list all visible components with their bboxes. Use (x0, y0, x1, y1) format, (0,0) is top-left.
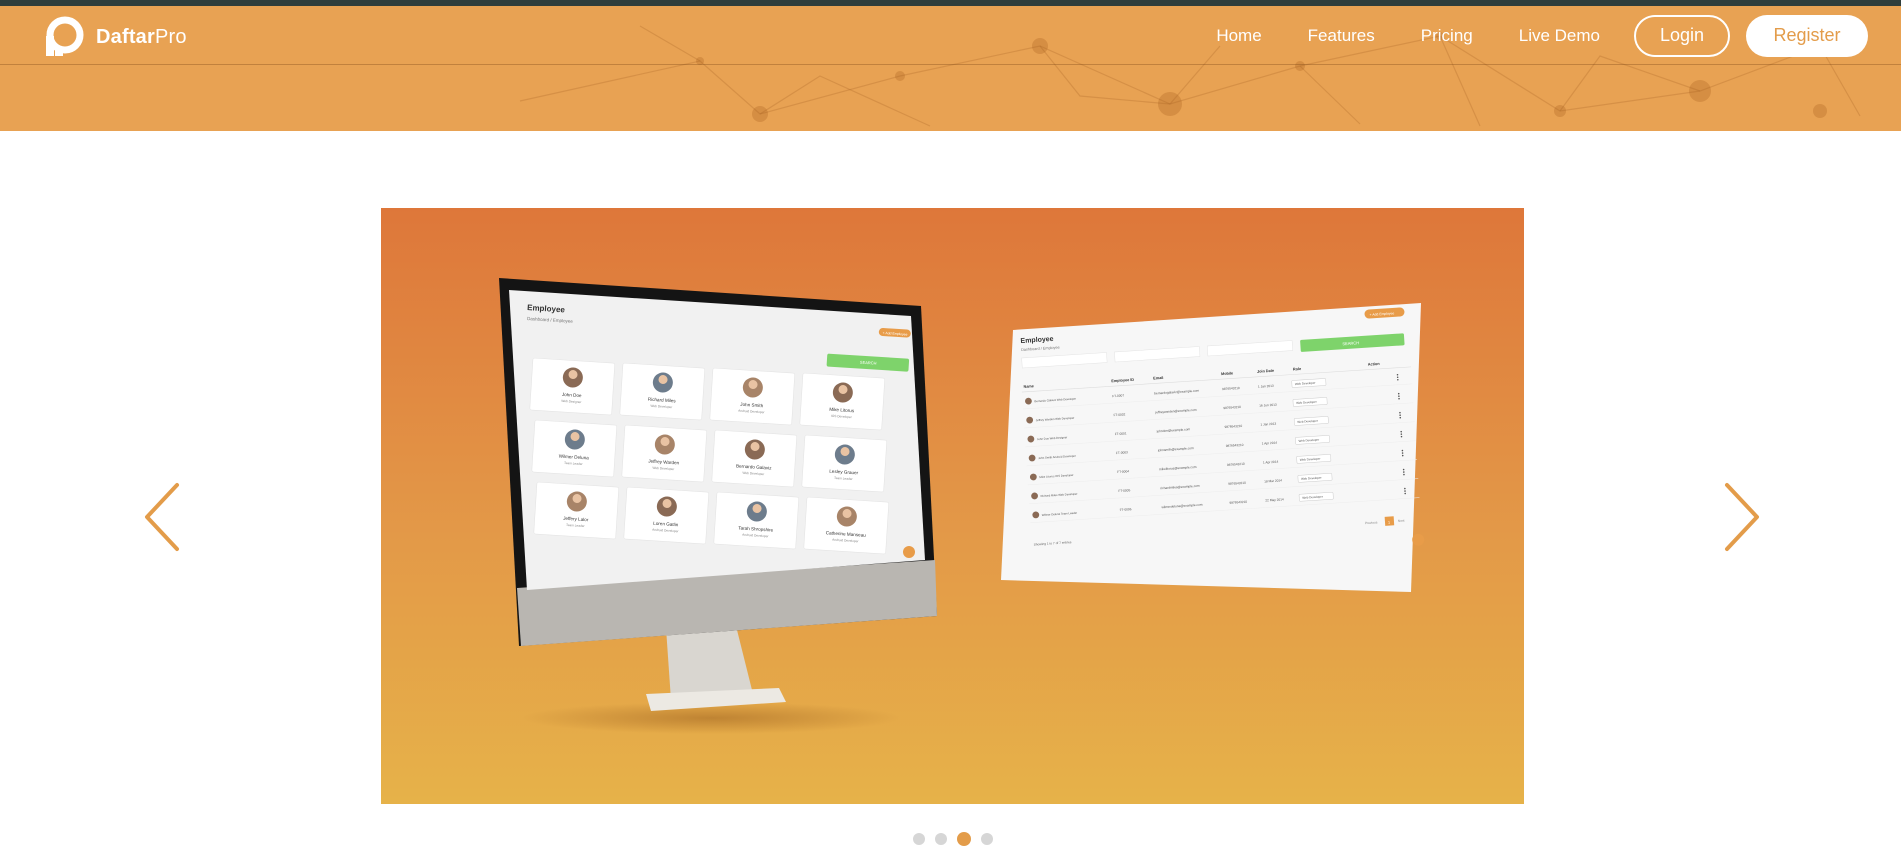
table-header-cell: Email (1153, 376, 1163, 381)
table-header-cell: Mobile (1221, 371, 1233, 376)
table-prev: Previous (1365, 520, 1378, 525)
table-page-number: 1 (1388, 521, 1390, 525)
employee-card: Richard MilesWeb Developer (619, 362, 706, 421)
carousel-dot-2[interactable] (935, 833, 947, 845)
carousel-next-arrow[interactable] (1721, 482, 1761, 552)
brand-name: DaftarPro (96, 25, 187, 48)
chevron-right-icon (1725, 483, 1759, 551)
daftarpro-logo-icon (46, 16, 84, 56)
nav-home-link[interactable]: Home (1216, 26, 1261, 46)
carousel-dot-3[interactable] (957, 832, 971, 846)
employee-card: Wilmer DelunaTeam Leader (531, 419, 618, 478)
table-header-cell: Action (1368, 362, 1381, 367)
slide-illustration: Employee Dashboard / Employee + Add Empl… (499, 278, 1425, 734)
monitor-device: Employee Dashboard / Employee + Add Empl… (499, 278, 937, 734)
employee-card: Mike LitorusIOS Developer (799, 372, 886, 431)
carousel-prev-arrow[interactable] (143, 482, 183, 552)
table-cell: FT-0003 (1116, 450, 1128, 455)
table-cell: FT-0001 (1115, 431, 1127, 436)
table-cell: FT-0004 (1117, 469, 1129, 474)
login-button[interactable]: Login (1634, 14, 1730, 57)
chevron-left-icon (145, 483, 179, 551)
table-next: Next (1398, 519, 1405, 523)
employee-card: Tarah ShropshireAndroid Developer (713, 491, 800, 550)
monitor-settings-fab (903, 546, 915, 558)
employee-card: Jeffery LalorTeam Leader (533, 481, 620, 540)
table-cell: FT-0002 (1113, 412, 1125, 417)
table-header-cell: Name (1023, 384, 1034, 389)
table-settings-fab (1412, 533, 1425, 546)
top-navbar: DaftarPro Home Features Pricing Live Dem… (0, 6, 1901, 65)
carousel-dot-1[interactable] (913, 833, 925, 845)
employee-card: Bernardo GalavizWeb Developer (711, 429, 798, 488)
mock-search-button: SEARCH (860, 360, 877, 366)
carousel-slide: Employee Dashboard / Employee + Add Empl… (381, 208, 1524, 804)
employee-card: John DoeWeb Designer (529, 357, 616, 416)
employee-card-grid: John DoeWeb Designer Richard MilesWeb Dev… (529, 357, 915, 558)
employee-card: Jeffrey WardenWeb Developer (621, 424, 708, 483)
brand-logo[interactable]: DaftarPro (42, 16, 187, 57)
nav-live-demo-link[interactable]: Live Demo (1519, 26, 1600, 46)
carousel-dot-4[interactable] (981, 833, 993, 845)
nav-pricing-link[interactable]: Pricing (1421, 26, 1473, 46)
table-cell: FT-0006 (1120, 507, 1132, 512)
table-cell: FT-0005 (1118, 488, 1130, 493)
table-panel: EmployeeDashboard / Employee+ Add Employ… (1001, 303, 1425, 592)
carousel-indicators (913, 832, 1003, 846)
nav-features-link[interactable]: Features (1308, 26, 1375, 46)
table-cell: FT-0007 (1112, 393, 1124, 398)
employee-card: Lesley GrauerTeam Leader (801, 434, 888, 493)
employee-card: John SmithAndroid Developer (709, 367, 796, 426)
main-nav: Home Features Pricing Live Demo Login Re… (1216, 6, 1901, 65)
register-button[interactable]: Register (1746, 14, 1868, 57)
employee-card: Catherine ManseauAndroid Developer (803, 496, 890, 555)
employee-card: Loren GatlinAndroid Developer (623, 486, 710, 545)
table-header-cell: Role (1293, 367, 1301, 372)
